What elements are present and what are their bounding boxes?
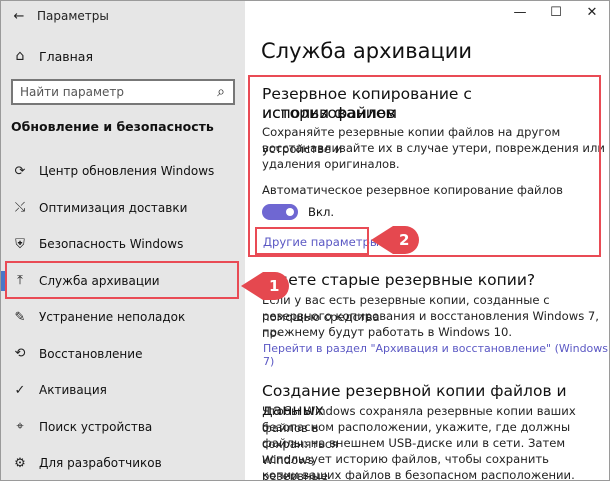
sidebar-item-developers[interactable]: ⚙ Для разработчиков (1, 445, 245, 480)
back-arrow-icon[interactable]: ← (1, 9, 37, 24)
sidebar-item-label: Центр обновления Windows (39, 164, 215, 179)
sidebar-nav: ⟳ Центр обновления Windows ⤯ Оптимизация… (1, 153, 245, 480)
settings-window: ← Параметры ⌂ Главная Найти параметр ⌕ О… (0, 0, 610, 481)
sidebar-item-delivery-optimization[interactable]: ⤯ Оптимизация доставки (1, 190, 245, 227)
title-bar: ← Параметры (1, 1, 245, 31)
old-backups-desc-line3: прежнему будут работать в Windows 10. (262, 325, 513, 339)
developer-icon: ⚙ (14, 455, 26, 471)
sidebar-item-label: Безопасность Windows (39, 237, 184, 252)
sidebar-item-label: Устранение неполадок (39, 310, 186, 325)
refresh-icon: ⟳ (14, 163, 26, 179)
page-title: Служба архивации (261, 39, 473, 63)
sidebar-item-recovery[interactable]: ⟲ Восстановление (1, 336, 245, 373)
annotation-badge-2: 2 (371, 226, 420, 254)
sidebar-item-label: Восстановление (39, 346, 143, 361)
badge-number: 2 (393, 226, 420, 254)
delivery-icon: ⤯ (14, 200, 26, 216)
section-title: Обновление и безопасность (11, 119, 214, 134)
home-icon: ⌂ (15, 48, 25, 64)
wrench-icon: ✎ (14, 309, 26, 325)
close-icon[interactable]: ✕ (577, 5, 607, 20)
sidebar-item-find-device[interactable]: ⌖ Поиск устройства (1, 409, 245, 446)
badge-number: 1 (263, 272, 290, 300)
badge-arrow-icon (371, 226, 393, 254)
sidebar-item-label: Активация (39, 383, 107, 398)
activation-icon: ✓ (14, 382, 26, 398)
window-controls: — ☐ ✕ (245, 1, 609, 31)
sidebar-item-windows-security[interactable]: ⛨ Безопасность Windows (1, 226, 245, 263)
search-input[interactable]: Найти параметр ⌕ (11, 79, 235, 105)
home-label: Главная (39, 48, 93, 64)
search-placeholder: Найти параметр (20, 85, 124, 99)
home-nav-item[interactable]: ⌂ Главная (1, 41, 245, 71)
sidebar-item-troubleshoot[interactable]: ✎ Устранение неполадок (1, 299, 245, 336)
maximize-icon[interactable]: ☐ (541, 5, 571, 20)
more-options-highlight-box (255, 227, 369, 255)
shield-icon: ⛨ (15, 236, 25, 252)
sidebar-item-windows-update[interactable]: ⟳ Центр обновления Windows (1, 153, 245, 190)
windows7-backup-link[interactable]: Перейти в раздел "Архивация и восстановл… (263, 342, 609, 368)
sidebar-item-label: Оптимизация доставки (39, 200, 188, 215)
minimize-icon[interactable]: — (505, 5, 535, 20)
create-backup-desc-line5: копии ваших файлов в безопасном располож… (262, 468, 575, 481)
sidebar-item-label: Поиск устройства (39, 419, 153, 434)
badge-arrow-icon (241, 272, 263, 300)
window-title: Параметры (37, 9, 109, 23)
backup-item-highlight-box (5, 261, 239, 299)
sidebar-item-label: Для разработчиков (39, 456, 162, 471)
recovery-icon: ⟲ (14, 346, 26, 362)
annotation-badge-1: 1 (241, 272, 290, 300)
sidebar-item-activation[interactable]: ✓ Активация (1, 372, 245, 409)
find-device-icon: ⌖ (16, 419, 24, 435)
search-icon[interactable]: ⌕ (209, 84, 233, 100)
old-backups-heading: Ищете старые резервные копии? (262, 271, 536, 289)
sidebar: ← Параметры ⌂ Главная Найти параметр ⌕ О… (1, 1, 245, 480)
